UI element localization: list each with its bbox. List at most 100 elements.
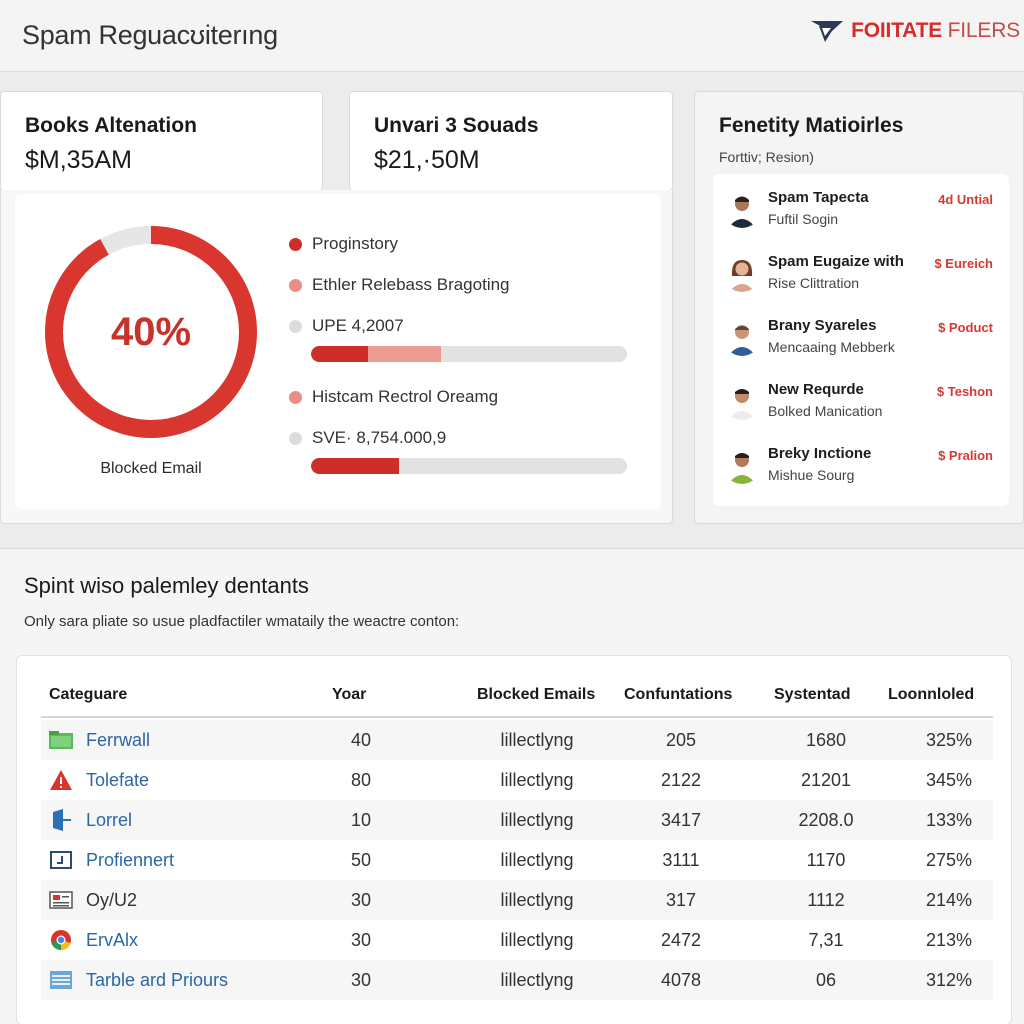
top-bar: Spam Reguacʊiterıng FOIITATE FILERS [0, 0, 1024, 72]
list-item[interactable]: Spam Tapecta Fuftil Sogin 4d Untial [713, 182, 1009, 242]
person-badge: $ Eureich [934, 256, 993, 271]
confuntations-cell: 317 [665, 890, 697, 910]
person-badge: $ Pralion [938, 448, 993, 463]
brand-mark-icon [811, 21, 844, 42]
avatar [723, 190, 761, 228]
legend-label: Histcam Rectrol Oreamg [312, 387, 499, 406]
stat-card-title: Books Altenation [25, 114, 197, 137]
stat-card-books[interactable]: Books Altenation $M,35AM [0, 91, 323, 191]
legend-dot-icon [289, 278, 302, 292]
table-row[interactable]: ErvAlx 30 lillectlyng 2472 7,31 213% [41, 920, 993, 960]
person-name: Brany Syareles [768, 317, 877, 334]
list-item[interactable]: Brany Syareles Mencaaing Mebberk $ Poduc… [713, 310, 1009, 370]
legend-dot-icon [289, 237, 302, 251]
person-desc: Bolked Manication [768, 403, 883, 419]
systentad-cell: 1170 [806, 850, 846, 870]
table-icon [50, 971, 72, 989]
donut-caption: Blocked Email [100, 460, 202, 477]
detail-section: Spint wiso palemley dentants Only sara p… [0, 548, 1024, 1024]
blocked-cell: lillectlyng [500, 730, 574, 750]
category-cell: Oy/U2 [86, 890, 138, 910]
panel-title: Fenetity Matioirles [719, 114, 904, 137]
green-folder-icon [49, 731, 73, 749]
progress-segment [311, 346, 368, 362]
category-cell: Lorrel [86, 810, 133, 830]
person-badge: $ Poduct [938, 320, 993, 335]
app-title: Spam Reguacʊiterıng [22, 20, 278, 50]
person-name: Breky Inctione [768, 445, 872, 462]
table-row[interactable]: Tarble ard Priours 30 lillectlyng 4078 0… [41, 960, 993, 1000]
confuntations-cell: 2472 [660, 930, 702, 950]
column-header[interactable]: Categuare [49, 686, 127, 704]
brand-logo[interactable]: FOIITATE FILERS [811, 18, 1020, 44]
column-header[interactable]: Yoar [332, 686, 366, 704]
legend-dot-icon [289, 431, 302, 445]
avatar [723, 446, 761, 484]
stat-card-value: $21,·50M [374, 146, 480, 174]
systentad-cell: 06 [815, 970, 837, 990]
legend-label: Ethler Relebass Bragoting [312, 275, 510, 294]
systentad-cell: 1680 [805, 730, 847, 750]
person-name: New Requrde [768, 381, 864, 398]
red-warning-icon [50, 770, 72, 790]
legend-item: SVE· 8,754.000,9 [289, 428, 446, 448]
person-name: Spam Eugaize with [768, 253, 904, 270]
systentad-cell: 7,31 [808, 930, 844, 950]
table-row[interactable]: Tolefate 80 lillectlyng 2122 21201 345% [41, 760, 993, 800]
header-divider [41, 716, 993, 718]
progress-bar [311, 346, 627, 362]
confuntations-cell: 3111 [662, 850, 700, 870]
person-desc: Mishue Sourg [768, 467, 855, 483]
category-cell: Ferrwall [86, 730, 151, 750]
stat-card-souads[interactable]: Unvari 3 Souads $21,·50M [349, 91, 673, 191]
avatar [723, 382, 761, 420]
blocked-cell: lillectlyng [500, 890, 574, 910]
legend-dot-icon [289, 390, 302, 404]
systentad-cell: 1112 [807, 890, 845, 910]
loonnloled-cell: 345% [925, 770, 973, 790]
person-badge: $ Teshon [936, 384, 993, 399]
blocked-cell: lillectlyng [500, 810, 574, 830]
category-cell: Profiennert [86, 850, 175, 870]
brand-suffix: FILERS [947, 19, 1021, 42]
table-row[interactable]: Ferrwall 40 lillectlyng 205 1680 325% [41, 720, 993, 760]
loonnloled-cell: 275% [925, 850, 973, 870]
stat-card-title: Unvari 3 Souads [374, 114, 539, 137]
confuntations-cell: 205 [665, 730, 697, 750]
column-header[interactable]: Confuntations [624, 686, 732, 704]
terminal-icon [50, 851, 72, 869]
panel-subtitle: Forttiv; Resion) [719, 149, 814, 165]
people-panel: Fenetity Matioirles Forttiv; Resion) Spa… [694, 91, 1024, 524]
blocked-cell: lillectlyng [500, 970, 574, 990]
year-cell: 30 [350, 930, 372, 950]
year-cell: 40 [350, 730, 372, 750]
legend-item: Histcam Rectrol Oreamg [289, 387, 498, 407]
column-header[interactable]: Blocked Emails [477, 686, 595, 704]
loonnloled-cell: 133% [925, 810, 973, 830]
category-cell: Tarble ard Priours [86, 970, 229, 990]
person-desc: Mencaaing Mebberk [768, 339, 895, 355]
legend-label: UPE 4,2007 [312, 316, 404, 335]
table-row[interactable]: Profiennert 50 lillectlyng 3111 1170 275… [41, 840, 993, 880]
loonnloled-cell: 325% [925, 730, 973, 750]
person-badge: 4d Untial [938, 192, 993, 207]
column-header[interactable]: Loonnloled [888, 686, 974, 704]
progress-segment [367, 346, 441, 362]
loonnloled-cell: 213% [925, 930, 973, 950]
blocked-email-panel: 40% Blocked Email Proginstory Ethler Rel… [0, 190, 673, 524]
list-item[interactable]: Breky Inctione Mishue Sourg $ Pralion [713, 438, 1009, 498]
blocked-cell: lillectlyng [500, 850, 574, 870]
loonnloled-cell: 312% [925, 970, 973, 990]
list-item[interactable]: New Requrde Bolked Manication $ Teshon [713, 374, 1009, 434]
table-row[interactable]: Lorrel 10 lillectlyng 3417 2208.0 133% [41, 800, 993, 840]
person-desc: Fuftil Sogin [768, 211, 839, 227]
donut-percent: 40% [110, 309, 192, 354]
list-item[interactable]: Spam Eugaize with Rise Clittration $ Eur… [713, 246, 1009, 306]
table-row[interactable]: Oy/U2 30 lillectlyng 317 1112 214% [41, 880, 993, 920]
year-cell: 50 [350, 850, 372, 870]
chrome-icon [51, 930, 71, 950]
progress-segment [311, 458, 400, 474]
people-list: Spam Tapecta Fuftil Sogin 4d Untial Spam… [713, 174, 1009, 506]
blue-door-icon [53, 809, 71, 831]
column-header[interactable]: Systentad [774, 686, 850, 704]
